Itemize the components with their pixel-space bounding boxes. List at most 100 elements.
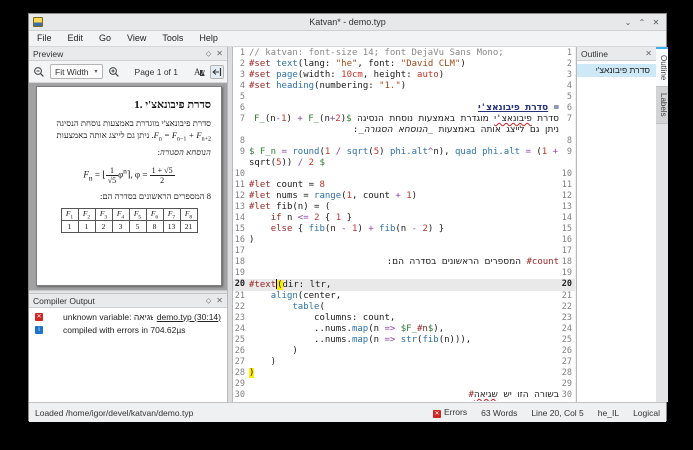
- code-text[interactable]: ): [249, 357, 559, 368]
- menu-item-edit[interactable]: Edit: [60, 31, 92, 46]
- preview-viewport[interactable]: 1. סדרת פיבונאצ'י סדרת פיבונאצ'י מוגדרת …: [29, 83, 227, 290]
- code-text[interactable]: #let nums = range(1, count + 1): [249, 191, 559, 202]
- code-text[interactable]: ..nums.map(n => $F_#n$),: [249, 324, 559, 335]
- code-text[interactable]: columns: count,: [249, 313, 559, 324]
- code-text[interactable]: if n <= 2 { 1 }: [249, 213, 559, 224]
- editor-line[interactable]: 4#set heading(numbering: "1.")4: [233, 81, 575, 92]
- editor-line[interactable]: 3#set page(width: 10cm, height: auto)3: [233, 70, 575, 81]
- code-text[interactable]: [249, 268, 559, 279]
- menu-item-help[interactable]: Help: [191, 31, 226, 46]
- editor-line[interactable]: 55: [233, 92, 575, 103]
- editor-line[interactable]: 24 ..nums.map(n => $F_#n$),24: [233, 324, 575, 335]
- line-number-right: 23: [559, 313, 575, 324]
- line-number-right: 14: [559, 213, 575, 224]
- code-text[interactable]: #set text(lang: "he", font: "David CLM"): [249, 59, 559, 70]
- editor-line[interactable]: 1717: [233, 246, 575, 257]
- editor-line[interactable]: 30בשורה הזו יש #שגיאה30: [233, 390, 575, 401]
- editor-line[interactable]: 14 if n <= 2 { 1 }14: [233, 213, 575, 224]
- code-text[interactable]: #set page(width: 10cm, height: auto): [249, 70, 559, 81]
- status-logical[interactable]: Logical: [633, 408, 660, 418]
- title-bar[interactable]: Katvan* - demo.typ ⌄ ⌃ ✕: [29, 14, 666, 31]
- editor-line[interactable]: 21 align(center,21: [233, 291, 575, 302]
- editor-line[interactable]: 7סדרת פיבונאצ'י מוגדרת באמצעות נוסחת הנס…: [233, 114, 575, 136]
- code-text[interactable]: [249, 379, 559, 390]
- line-number-left: 15: [233, 224, 249, 235]
- line-number-left: 11: [233, 180, 249, 191]
- editor-line[interactable]: 13#let fib(n) = (13: [233, 202, 575, 213]
- line-number-right: 15: [559, 224, 575, 235]
- close-panel-icon[interactable]: ✕: [645, 49, 652, 58]
- code-text[interactable]: $ F_n = round(1 / sqrt(5) phi.alt^n), qu…: [249, 147, 559, 169]
- editor-line[interactable]: 16)16: [233, 235, 575, 246]
- code-text[interactable]: בשורה הזו יש #שגיאה: [249, 390, 559, 401]
- float-panel-icon[interactable]: ⬦: [206, 49, 212, 59]
- line-number-left: 28: [233, 368, 249, 379]
- editor-line[interactable]: 25 ..nums.map(n => str(fib(n))),25: [233, 335, 575, 346]
- code-text[interactable]: #set heading(numbering: "1."): [249, 81, 559, 92]
- zoom-mode-select[interactable]: Fit Width ▾: [50, 64, 103, 79]
- code-text[interactable]: table(: [249, 302, 559, 313]
- side-tab-outline[interactable]: Outline: [656, 47, 668, 87]
- editor-line[interactable]: 1919: [233, 268, 575, 279]
- status-63-words[interactable]: 63 Words: [481, 408, 517, 418]
- status-errors[interactable]: ✕Errors: [433, 407, 467, 418]
- code-text[interactable]: ..nums.map(n => str(fib(n))),: [249, 335, 559, 346]
- editor-line[interactable]: 20#text(dir: ltr,20: [233, 279, 575, 291]
- compiler-panel-title: Compiler Output: [33, 296, 95, 306]
- float-panel-icon[interactable]: ⬦: [206, 296, 212, 306]
- code-text[interactable]: ): [249, 346, 559, 357]
- side-tab-labels[interactable]: Labels: [656, 87, 668, 124]
- editor-line[interactable]: 12#let nums = range(1, count + 1)12: [233, 191, 575, 202]
- editor-line[interactable]: 1// katvan: font-size 14; font DejaVu Sa…: [233, 48, 575, 59]
- editor-line[interactable]: 2#set text(lang: "he", font: "David CLM"…: [233, 59, 575, 70]
- code-text[interactable]: ): [249, 368, 559, 379]
- zoom-out-icon[interactable]: [32, 65, 46, 79]
- editor-line[interactable]: 11#let count = 811: [233, 180, 575, 191]
- line-number-right: 24: [559, 324, 575, 335]
- code-text[interactable]: // katvan: font-size 14; font DejaVu San…: [249, 48, 559, 59]
- code-text[interactable]: = סדרת פיבונאצ'י: [249, 103, 559, 114]
- editor-line[interactable]: 23 columns: count,23: [233, 313, 575, 324]
- line-number-left: 7: [233, 114, 249, 125]
- code-text[interactable]: [249, 246, 559, 257]
- editor-line[interactable]: 6= סדרת פיבונאצ'י6: [233, 103, 575, 114]
- code-text[interactable]: [249, 136, 559, 147]
- zoom-in-icon[interactable]: [107, 65, 121, 79]
- editor-line[interactable]: 26 )26: [233, 346, 575, 357]
- code-text[interactable]: ): [249, 235, 559, 246]
- code-text[interactable]: #text(dir: ltr,: [249, 279, 559, 291]
- preview-toolbar: Fit Width ▾ Page 1 of 1 AA: [29, 61, 227, 83]
- editor-line[interactable]: 28)28: [233, 368, 575, 379]
- code-text[interactable]: [249, 169, 559, 180]
- code-editor[interactable]: 1// katvan: font-size 14; font DejaVu Sa…: [233, 47, 575, 402]
- editor-line[interactable]: 88: [233, 136, 575, 147]
- code-text[interactable]: סדרת פיבונאצ'י מוגדרת באמצעות נוסחת הנסי…: [249, 114, 559, 136]
- code-text[interactable]: align(center,: [249, 291, 559, 302]
- editor-line[interactable]: 2929: [233, 379, 575, 390]
- follow-cursor-icon[interactable]: [210, 65, 224, 79]
- chevron-down-icon: ▾: [95, 68, 98, 75]
- close-panel-icon[interactable]: ✕: [216, 296, 223, 306]
- code-text[interactable]: [249, 92, 559, 103]
- editor-line[interactable]: 22 table(22: [233, 302, 575, 313]
- editor-line[interactable]: 27 )27: [233, 357, 575, 368]
- line-number-left: 12: [233, 191, 249, 202]
- outline-item[interactable]: סדרת פיבונאצ'י: [577, 64, 656, 77]
- menu-item-tools[interactable]: Tools: [154, 31, 191, 46]
- status-line-20-col-5[interactable]: Line 20, Col 5: [531, 408, 583, 418]
- menu-item-go[interactable]: Go: [91, 31, 119, 46]
- status-he-il[interactable]: he_IL: [598, 408, 619, 418]
- code-text[interactable]: else { fib(n - 1) + fib(n - 2) }: [249, 224, 559, 235]
- menu-item-file[interactable]: File: [29, 31, 60, 46]
- source-location-link[interactable]: demo.typ (30:14): [157, 312, 221, 322]
- menu-item-view[interactable]: View: [119, 31, 154, 46]
- code-text[interactable]: #let count = 8: [249, 180, 559, 191]
- invert-colors-icon[interactable]: AA: [192, 65, 206, 79]
- code-text[interactable]: #let fib(n) = (: [249, 202, 559, 213]
- code-text[interactable]: #count המספרים הראשונים בסדרה הם:: [249, 257, 559, 268]
- editor-line[interactable]: 15 else { fib(n - 1) + fib(n - 2) }15: [233, 224, 575, 235]
- editor-line[interactable]: 18#count המספרים הראשונים בסדרה הם:18: [233, 257, 575, 268]
- editor-line[interactable]: 9$ F_n = round(1 / sqrt(5) phi.alt^n), q…: [233, 147, 575, 169]
- editor-line[interactable]: 1010: [233, 169, 575, 180]
- close-panel-icon[interactable]: ✕: [216, 49, 223, 59]
